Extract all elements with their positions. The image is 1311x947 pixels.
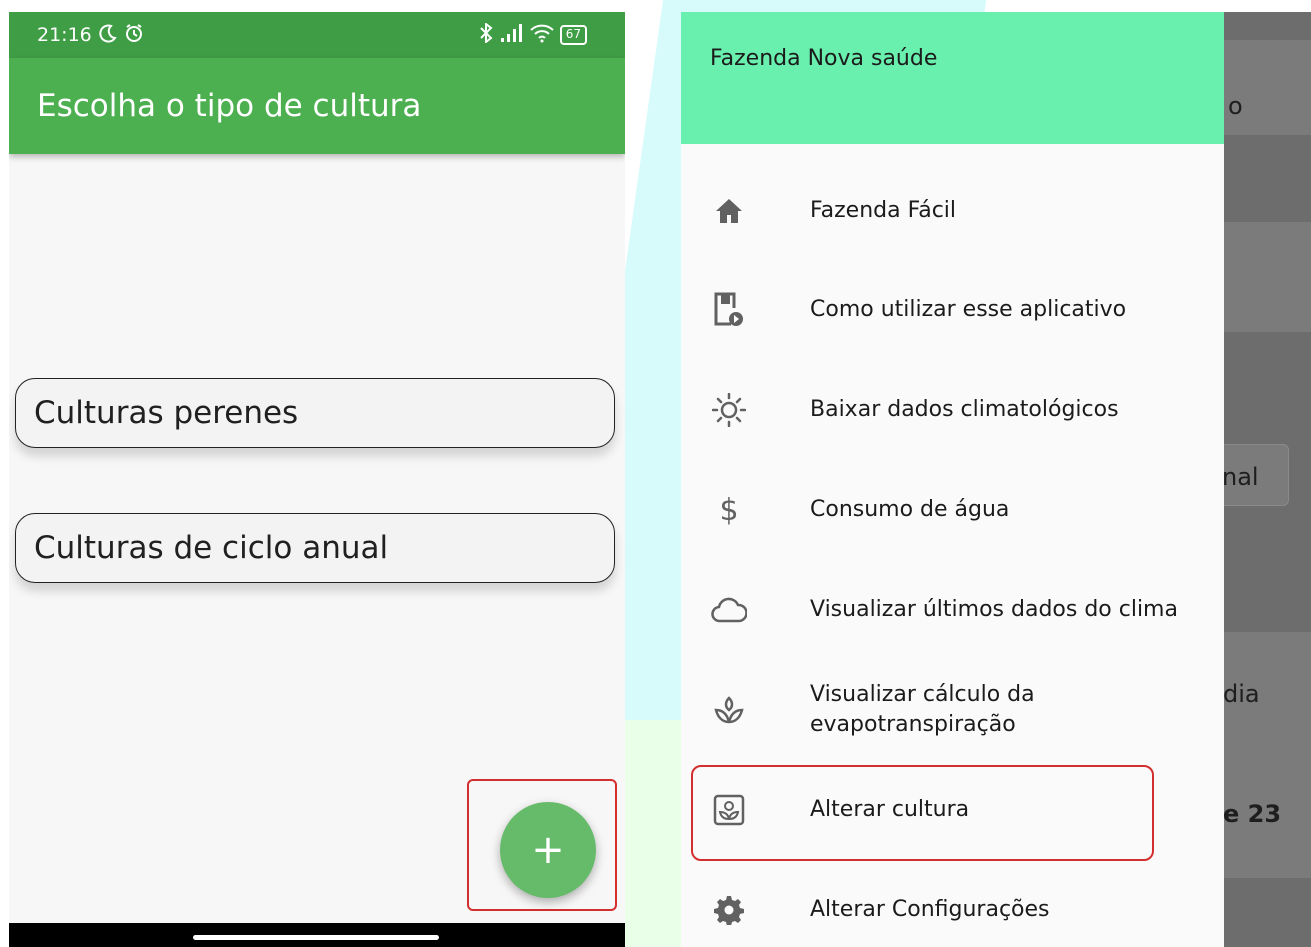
- add-button[interactable]: +: [500, 802, 596, 898]
- plus-icon: +: [531, 827, 565, 873]
- app-bar: Escolha o tipo de cultura: [9, 58, 625, 154]
- navigation-drawer: Fazenda Nova saúde Fazenda Fácil Como ut…: [681, 12, 1224, 947]
- gear-icon: [709, 890, 749, 930]
- menu-item-label-line2: evapotranspiração: [810, 712, 1016, 737]
- menu-item-label: Consumo de água: [810, 497, 1010, 522]
- menu-item-como-utilizar[interactable]: Como utilizar esse aplicativo: [681, 265, 1224, 355]
- drawer-header-title: Fazenda Nova saúde: [710, 46, 938, 71]
- dollar-icon: $: [719, 492, 739, 528]
- menu-item-evapotranspiracao[interactable]: Visualizar cálculo da evapotranspiração: [681, 665, 1224, 755]
- menu-item-baixar-dados[interactable]: Baixar dados climatológicos: [681, 365, 1224, 455]
- left-phone-screen: 21:16 67 Escolha o tipo de cultura Cultu…: [9, 12, 625, 947]
- option-culturas-ciclo-anual[interactable]: Culturas de ciclo anual: [15, 513, 615, 583]
- navigation-bar: [9, 923, 625, 947]
- menu-item-label: Fazenda Fácil: [810, 198, 957, 223]
- option-culturas-perenes[interactable]: Culturas perenes: [15, 378, 615, 448]
- menu-item-fazenda-facil[interactable]: Fazenda Fácil: [681, 166, 1224, 256]
- menu-item-label: Visualizar últimos dados do clima: [810, 597, 1178, 622]
- status-time: 21:16: [37, 24, 92, 46]
- wifi-icon: [530, 23, 554, 48]
- bluetooth-icon: [478, 21, 494, 48]
- cloud-icon: [709, 590, 749, 630]
- menu-item-label-line1: Visualizar cálculo da: [810, 682, 1035, 707]
- moon-icon: [98, 23, 118, 48]
- highlight-box: [691, 765, 1154, 861]
- menu-item-label: Alterar Configurações: [810, 897, 1050, 922]
- battery-indicator: 67: [559, 25, 587, 45]
- menu-item-alterar-configuracoes[interactable]: Alterar Configurações: [681, 865, 1224, 947]
- video-guide-icon: [709, 290, 749, 330]
- menu-item-label: Baixar dados climatológicos: [810, 397, 1119, 422]
- alarm-icon: [124, 23, 144, 48]
- home-gesture-handle[interactable]: [193, 935, 439, 940]
- background-text: o: [1228, 92, 1243, 120]
- home-icon: [709, 191, 749, 231]
- signal-icon: [500, 23, 524, 47]
- sun-icon: [709, 390, 749, 430]
- page-title: Escolha o tipo de cultura: [37, 88, 422, 124]
- background-text: dia: [1223, 680, 1260, 708]
- background-text: e 23: [1223, 800, 1282, 828]
- menu-item-label: Visualizar cálculo da evapotranspiração: [810, 680, 1035, 740]
- background-text: nal: [1222, 463, 1259, 491]
- status-bar: 21:16 67: [9, 12, 625, 58]
- option-label: Culturas perenes: [34, 395, 299, 431]
- option-label: Culturas de ciclo anual: [34, 530, 389, 566]
- menu-item-consumo-agua[interactable]: $ Consumo de água: [681, 465, 1224, 555]
- menu-item-label: Como utilizar esse aplicativo: [810, 297, 1127, 322]
- menu-item-ultimos-dados-clima[interactable]: Visualizar últimos dados do clima: [681, 565, 1224, 655]
- drawer-header: Fazenda Nova saúde: [681, 12, 1224, 144]
- right-phone-screen: o nal dia e 23 Fazenda Nova saúde Fazend…: [681, 12, 1311, 947]
- sprout-icon: [709, 690, 749, 730]
